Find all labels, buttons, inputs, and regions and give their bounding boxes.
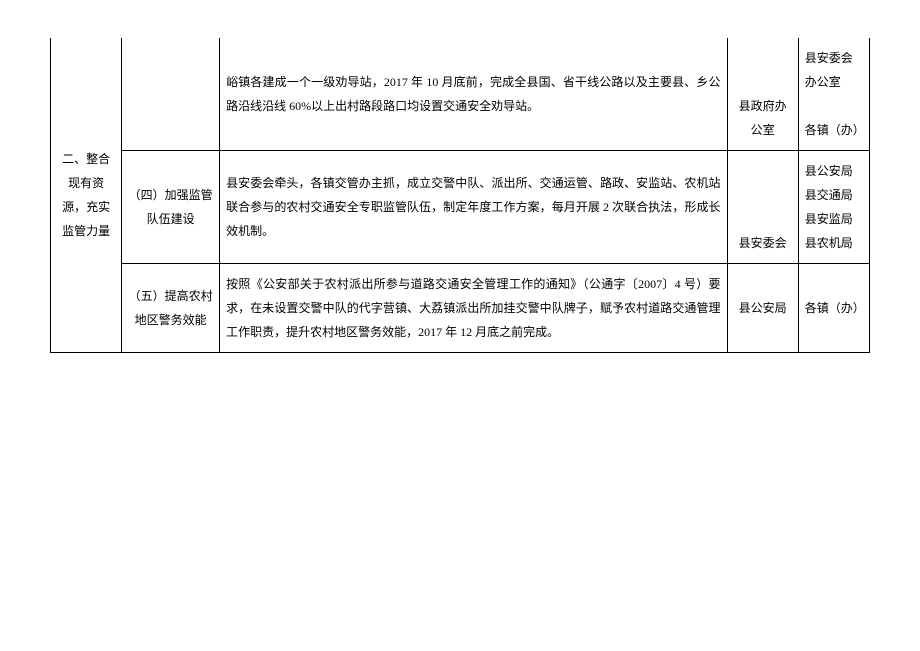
- lead2-cell: 县公安局: [727, 264, 798, 353]
- coop-cell: 各镇（办）: [798, 264, 869, 353]
- subtask-cell: （四）加强监管队伍建设: [122, 151, 220, 264]
- subtask-cell: （五）提高农村地区警务效能: [122, 264, 220, 353]
- coop-cell: 县安委会办公室 各镇（办）: [798, 38, 869, 151]
- lead2-cell: 县安委会: [727, 151, 798, 264]
- lead1-cell: 县政府办公室: [727, 38, 798, 151]
- subtask-cell: [122, 38, 220, 151]
- desc-cell: 县安委会牵头，各镇交管办主抓，成立交警中队、派出所、交通运管、路政、安监站、农机…: [220, 151, 727, 264]
- coop-cell: 县公安局县交通局县安监局县农机局: [798, 151, 869, 264]
- desc-cell: 按照《公安部关于农村派出所参与道路交通安全管理工作的通知》（公通字〔2007〕4…: [220, 264, 727, 353]
- table-row: （四）加强监管队伍建设 县安委会牵头，各镇交管办主抓，成立交警中队、派出所、交通…: [51, 151, 870, 264]
- desc-cell: 峪镇各建成一个一级劝导站，2017 年 10 月底前，完成全县国、省干线公路以及…: [220, 38, 727, 151]
- table-row: 二、整合现有资源，充实监管力量 峪镇各建成一个一级劝导站，2017 年 10 月…: [51, 38, 870, 151]
- category-cell: 二、整合现有资源，充实监管力量: [51, 38, 122, 353]
- task-table: 二、整合现有资源，充实监管力量 峪镇各建成一个一级劝导站，2017 年 10 月…: [50, 38, 870, 353]
- table-row: （五）提高农村地区警务效能 按照《公安部关于农村派出所参与道路交通安全管理工作的…: [51, 264, 870, 353]
